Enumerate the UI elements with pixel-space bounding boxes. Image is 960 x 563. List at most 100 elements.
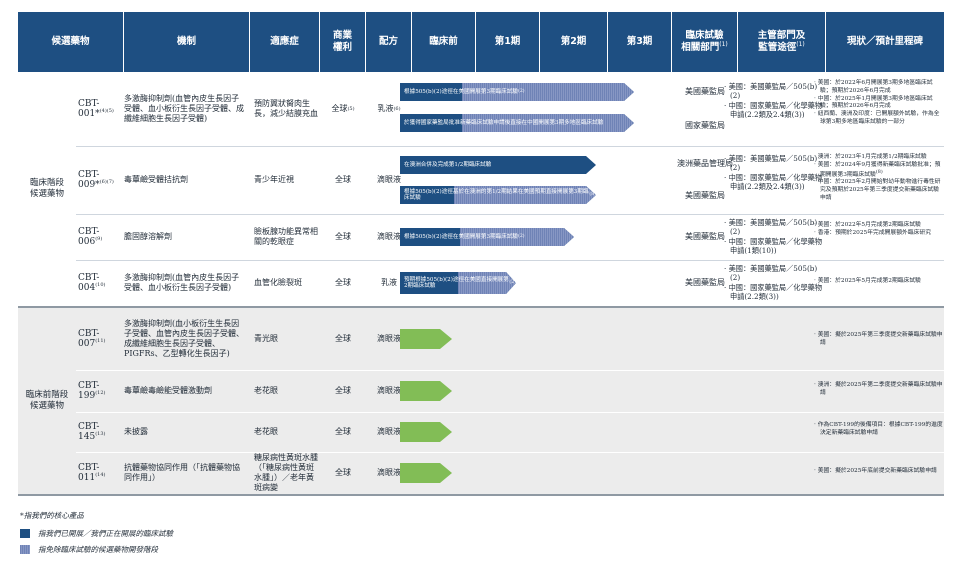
candidate-name: CBT- 007(11) — [78, 328, 106, 349]
header-status: 現狀／預計里程碑 — [826, 12, 944, 72]
milestone-item: · 美國：於2025年5月完成第2期臨床試驗 — [814, 278, 921, 284]
milestone-item: · 中國：於2025年2月開始對幼年動物進行毒性研究及預期於2025年第三季度提… — [814, 179, 941, 201]
indication-text: 青少年近視 — [254, 174, 294, 184]
rights-text: 全球 — [335, 333, 351, 343]
milestone-item: · 澳洲：擬於2025年第二季度提交新藥臨床試驗申請 — [814, 382, 943, 396]
header-reg-line2: 監管途徑(1) — [758, 41, 805, 54]
candidate-name: CBT- 009*(6)(7) — [78, 169, 114, 190]
table-row: CBT- 011(14) 抗體藥物協同作用（「抗體藥物協同作用」） 糖尿病性黃斑… — [18, 452, 944, 494]
progress-bar-us-phase3: 根據505(b)(2)途徑基於在澳洲的第1/2期結果在美國預期直接開展第3期臨床… — [400, 186, 596, 204]
indication-text: 青光眼 — [254, 333, 278, 343]
candidate-name: CBT- 145(13) — [78, 421, 106, 442]
header-reg-line1: 主管部門及 — [757, 29, 806, 41]
progress-bar-us-phase3: 根據505(b)(2)途徑在美國開展第3期臨床試驗 (2) — [400, 83, 634, 101]
milestone-item: · 美國：擬於2025年底前提交新藥臨床試驗申請 — [814, 468, 937, 474]
table-row: CBT- 145(13) 未披露 老花眼 全球 滴眼液 · 作為CBT-199的… — [18, 412, 944, 452]
progress-bar-us-phase2: 預期根據505(b)(2)途徑在美國直接開展第2期臨床試驗 (2) — [400, 272, 516, 294]
header-trial-dept: 臨床試驗 相關部門(1) — [672, 12, 738, 72]
header-commercial-rights: 商業 權利 — [320, 12, 366, 72]
milestone-list: · 澳洲：於2023年1月完成第1/2期臨床試驗 · 美國：於2024年9月獲得… — [814, 154, 944, 203]
legend-hatch-swatch — [20, 545, 30, 554]
regulatory-pathway-list: · 美國：美國藥監局／505(b)(2) · 中國：國家藥監局／化學藥物申請(1… — [724, 218, 824, 255]
header-dept-line2: 相關部門(1) — [681, 41, 728, 54]
header-formulation: 配方 — [366, 12, 412, 72]
table-row: CBT- 007(11) 多激酶抑制劑(血小板衍生生長因子受體、血管內皮生長因子… — [18, 308, 944, 370]
indication-text: 老花眼 — [254, 426, 278, 436]
milestone-list: · 作為CBT-199的後備項目：根據CBT-199的進度決定新藥臨床試驗申請 — [814, 422, 944, 438]
rights-text: 全球 — [335, 231, 351, 241]
candidate-name: CBT- 001*(4)(5) — [78, 98, 114, 119]
header-dept-line1: 臨床試驗 — [685, 29, 724, 41]
milestone-item: · 美國：於2024年9月獲得新藥臨床試驗批准；預期開展第3期臨床試驗(8) — [814, 161, 941, 178]
regulatory-item: · 美國：美國藥監局／505(b)(2) — [724, 82, 818, 101]
preclinical-progress-arrow — [400, 463, 452, 483]
header-regulator: 主管部門及 監管途徑(1) — [738, 12, 826, 72]
mechanism-text: 毒蕈鹼受體拮抗劑 — [124, 174, 188, 184]
mechanism-text: 多激酶抑制劑(血管內皮生長因子受體、血小板衍生長因子受體) — [124, 272, 240, 292]
regulatory-item: · 美國：美國藥監局／505(b)(2) — [724, 218, 818, 237]
header-indication: 適應症 — [250, 12, 320, 72]
mechanism-text: 多激酶抑制劑(血小板衍生生長因子受體、血管內皮生長因子受體、成纖維細胞生長因子受… — [124, 318, 244, 359]
milestone-item: · 香港：預期於2025年完成開展額外臨床研究 — [814, 229, 931, 236]
candidate-name: CBT- 199(12) — [78, 380, 106, 401]
mechanism-text: 多激酶抑制劑(血管內皮生長因子受體、血小板衍生長因子受體、成纖維細胞生長因子受體… — [124, 93, 244, 124]
rights-text: 全球 — [335, 467, 351, 477]
rights-text: 全球 (5) — [331, 103, 355, 113]
preclinical-progress-arrow — [400, 422, 452, 442]
milestone-item: · 美國：擬於2025年第三季度提交新藥臨床試驗申請 — [814, 332, 943, 346]
regulatory-pathway-list: · 美國：美國藥監局／505(b)(2) · 中國：國家藥監局／化學藥物申請(2… — [724, 154, 824, 191]
preclinical-progress-arrow — [400, 381, 452, 401]
rights-text: 全球 — [335, 385, 351, 395]
mechanism-text: 膽固醇溶解劑 — [124, 231, 172, 241]
header-rights-line1: 商業 — [332, 30, 352, 42]
candidate-name: CBT- 011(14) — [78, 462, 106, 483]
regulatory-item: · 美國：美國藥監局／505(b)(2) — [724, 264, 818, 283]
indication-text: 血管化瞼裂斑 — [254, 277, 302, 287]
progress-bar-china-phase3: 於獲得國家藥監局批准新藥臨床試驗申請後直接在中國開展第3期多地區臨床試驗 — [400, 114, 634, 132]
milestone-list: · 美國：於2022年6月開展第3期多地區臨床試驗；預期於2026年6月完成 ·… — [814, 80, 944, 127]
rights-text: 全球 — [335, 277, 351, 287]
milestone-item: · 澳洲：於2023年1月完成第1/2期臨床試驗 — [814, 154, 927, 160]
header-phase3: 第3期 — [608, 12, 672, 72]
regulatory-item: · 中國：國家藥監局／化學藥物申請(2.2類及2.4類(3)) — [724, 172, 823, 192]
candidate-name: CBT- 004(10) — [78, 272, 106, 293]
header-phase2: 第2期 — [540, 12, 608, 72]
regulatory-item: · 中國：國家藥監局／化學藥物申請(2.2類(3)) — [724, 282, 823, 302]
header-phase1: 第1期 — [476, 12, 540, 72]
mechanism-text: 抗體藥物協同作用（「抗體藥物協同作用」） — [124, 462, 240, 482]
milestone-list: · 美國：於2022年5月完成第2期臨床試驗 · 香港：預期於2025年完成開展… — [814, 222, 944, 238]
milestone-list: · 美國：於2025年5月完成第2期臨床試驗 — [814, 278, 944, 286]
regulatory-item: · 中國：國家藥監局／化學藥物申請(2.2類及2.4類(3)) — [724, 100, 823, 120]
milestone-item: · 美國：於2022年6月開展第3期多地區臨床試驗；預期於2026年6月完成 — [814, 80, 933, 94]
milestone-item: · 作為CBT-199的後備項目：根據CBT-199的進度決定新藥臨床試驗申請 — [814, 422, 943, 436]
legend-solid-label: 指我們已開展／我們正在開展的臨床試驗 — [38, 529, 173, 538]
progress-bar-us-phase3: 根據505(b)(2)途徑在美國開展第3期臨床試驗 (2) — [400, 228, 574, 246]
regulatory-pathway-list: · 美國：美國藥監局／505(b)(2) · 中國：國家藥監局／化學藥物申請(2… — [724, 82, 824, 119]
legend-solid: 指我們已開展／我們正在開展的臨床試驗 — [20, 528, 173, 539]
indication-text: 預防翼狀胬肉生長，減少結膜充血 — [254, 98, 318, 118]
header-rights-line2: 權利 — [332, 42, 352, 53]
progress-bar-australia-phase12: 在澳洲合併及完成第1/2期臨床試驗 — [400, 156, 596, 174]
regulatory-item: · 美國：美國藥監局／505(b)(2) — [724, 154, 818, 173]
legend-solid-swatch — [20, 529, 30, 538]
milestone-item: · 紐西蘭、澳洲及印度：已開展額外試驗，作為全球第3期多地區臨床試驗的一部分 — [814, 111, 940, 126]
rights-text: 全球 — [335, 174, 351, 184]
table-row: CBT- 009*(6)(7) 毒蕈鹼受體拮抗劑 青少年近視 全球 滴眼液 在澳… — [18, 146, 944, 214]
header-preclinical: 臨床前 — [412, 12, 476, 72]
legend-core-product: *指我們的核心產品 — [20, 511, 84, 520]
table-row: CBT- 004(10) 多激酶抑制劑(血管內皮生長因子受體、血小板衍生長因子受… — [18, 260, 944, 306]
table-bottom-border — [18, 494, 944, 496]
milestone-item: · 中國：於2025年1月開展第3期多地區臨床試驗；預期於2026年6月完成 — [814, 95, 933, 110]
indication-text: 老花眼 — [254, 385, 278, 395]
milestone-list: · 美國：擬於2025年底前提交新藥臨床試驗申請 — [814, 468, 944, 476]
mechanism-text: 毒蕈鹼毒鹼能受體激動劑 — [124, 385, 212, 395]
mechanism-text: 未披露 — [124, 426, 148, 436]
regulatory-item: · 中國：國家藥監局／化學藥物申請(1類(10)) — [724, 236, 823, 256]
rights-text: 全球 — [335, 426, 351, 436]
legend-hatch-label: 指免除臨床試驗的候選藥物開發階段 — [38, 545, 158, 554]
preclinical-progress-arrow — [400, 329, 452, 349]
milestone-list: · 美國：擬於2025年第三季度提交新藥臨床試驗申請 — [814, 332, 944, 348]
table-row: CBT- 199(12) 毒蕈鹼毒鹼能受體激動劑 老花眼 全球 滴眼液 · 澳洲… — [18, 370, 944, 412]
indication-text: 瞼板腺功能異常相關的乾眼症 — [254, 226, 318, 246]
legend-hatch: 指免除臨床試驗的候選藥物開發階段 — [20, 544, 158, 555]
